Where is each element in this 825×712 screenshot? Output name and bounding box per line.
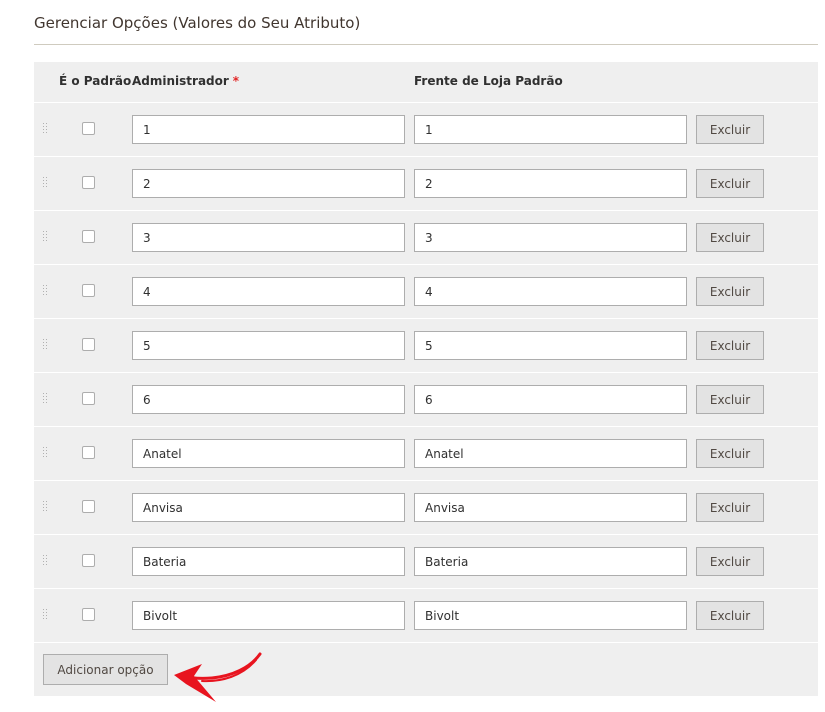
store-value-input[interactable] <box>414 493 687 522</box>
store-value-input[interactable] <box>414 439 687 468</box>
admin-value-input[interactable] <box>132 331 405 360</box>
drag-handle-icon[interactable] <box>43 447 49 459</box>
delete-option-button[interactable]: Excluir <box>696 223 764 252</box>
store-value-input[interactable] <box>414 115 687 144</box>
red-arrow-icon <box>174 652 262 702</box>
admin-value-input[interactable] <box>132 169 405 198</box>
admin-value-input[interactable] <box>132 601 405 630</box>
admin-value-input[interactable] <box>132 547 405 576</box>
header-is-default: É o Padrão <box>59 74 132 88</box>
is-default-checkbox[interactable] <box>82 176 95 189</box>
delete-option-button[interactable]: Excluir <box>696 277 764 306</box>
delete-option-button[interactable]: Excluir <box>696 331 764 360</box>
drag-handle-icon[interactable] <box>43 123 49 135</box>
drag-handle-icon[interactable] <box>43 609 49 621</box>
admin-value-input[interactable] <box>132 115 405 144</box>
store-value-input[interactable] <box>414 547 687 576</box>
is-default-checkbox[interactable] <box>82 608 95 621</box>
store-value-input[interactable] <box>414 601 687 630</box>
drag-handle-icon[interactable] <box>43 393 49 405</box>
section-title: Gerenciar Opções (Valores do Seu Atribut… <box>34 14 361 32</box>
delete-option-button[interactable]: Excluir <box>696 601 764 630</box>
table-row: Excluir <box>34 373 818 427</box>
table-row: Excluir <box>34 211 818 265</box>
title-divider <box>34 44 818 45</box>
arrow-head <box>174 664 216 702</box>
delete-option-button[interactable]: Excluir <box>696 439 764 468</box>
is-default-checkbox[interactable] <box>82 122 95 135</box>
is-default-checkbox[interactable] <box>82 554 95 567</box>
admin-value-input[interactable] <box>132 223 405 252</box>
drag-handle-icon[interactable] <box>43 285 49 297</box>
header-admin-label: Administrador <box>132 74 229 88</box>
drag-handle-icon[interactable] <box>43 339 49 351</box>
drag-handle-icon[interactable] <box>43 177 49 189</box>
table-row: Excluir <box>34 265 818 319</box>
options-table: É o Padrão Administrador * Frente de Loja… <box>34 62 818 696</box>
delete-option-button[interactable]: Excluir <box>696 115 764 144</box>
table-row: Excluir <box>34 535 818 589</box>
is-default-checkbox[interactable] <box>82 284 95 297</box>
option-rows: Excluir Excluir Excluir Excluir Excluir … <box>34 103 818 643</box>
table-row: Excluir <box>34 589 818 643</box>
admin-value-input[interactable] <box>132 493 405 522</box>
is-default-checkbox[interactable] <box>82 338 95 351</box>
delete-option-button[interactable]: Excluir <box>696 169 764 198</box>
add-option-button[interactable]: Adicionar opção <box>43 654 168 685</box>
table-row: Excluir <box>34 103 818 157</box>
table-row: Excluir <box>34 427 818 481</box>
admin-value-input[interactable] <box>132 385 405 414</box>
drag-handle-icon[interactable] <box>43 501 49 513</box>
table-footer: Adicionar opção <box>34 643 818 696</box>
store-value-input[interactable] <box>414 223 687 252</box>
admin-value-input[interactable] <box>132 277 405 306</box>
required-marker: * <box>232 74 240 88</box>
store-value-input[interactable] <box>414 385 687 414</box>
header-admin: Administrador * <box>132 74 239 88</box>
drag-handle-icon[interactable] <box>43 231 49 243</box>
table-row: Excluir <box>34 481 818 535</box>
table-header: É o Padrão Administrador * Frente de Loja… <box>34 62 818 103</box>
is-default-checkbox[interactable] <box>82 392 95 405</box>
table-row: Excluir <box>34 157 818 211</box>
delete-option-button[interactable]: Excluir <box>696 547 764 576</box>
store-value-input[interactable] <box>414 277 687 306</box>
store-value-input[interactable] <box>414 331 687 360</box>
admin-value-input[interactable] <box>132 439 405 468</box>
header-default-store-view: Frente de Loja Padrão <box>414 74 563 88</box>
delete-option-button[interactable]: Excluir <box>696 385 764 414</box>
is-default-checkbox[interactable] <box>82 230 95 243</box>
is-default-checkbox[interactable] <box>82 446 95 459</box>
store-value-input[interactable] <box>414 169 687 198</box>
delete-option-button[interactable]: Excluir <box>696 493 764 522</box>
is-default-checkbox[interactable] <box>82 500 95 513</box>
table-row: Excluir <box>34 319 818 373</box>
drag-handle-icon[interactable] <box>43 555 49 567</box>
